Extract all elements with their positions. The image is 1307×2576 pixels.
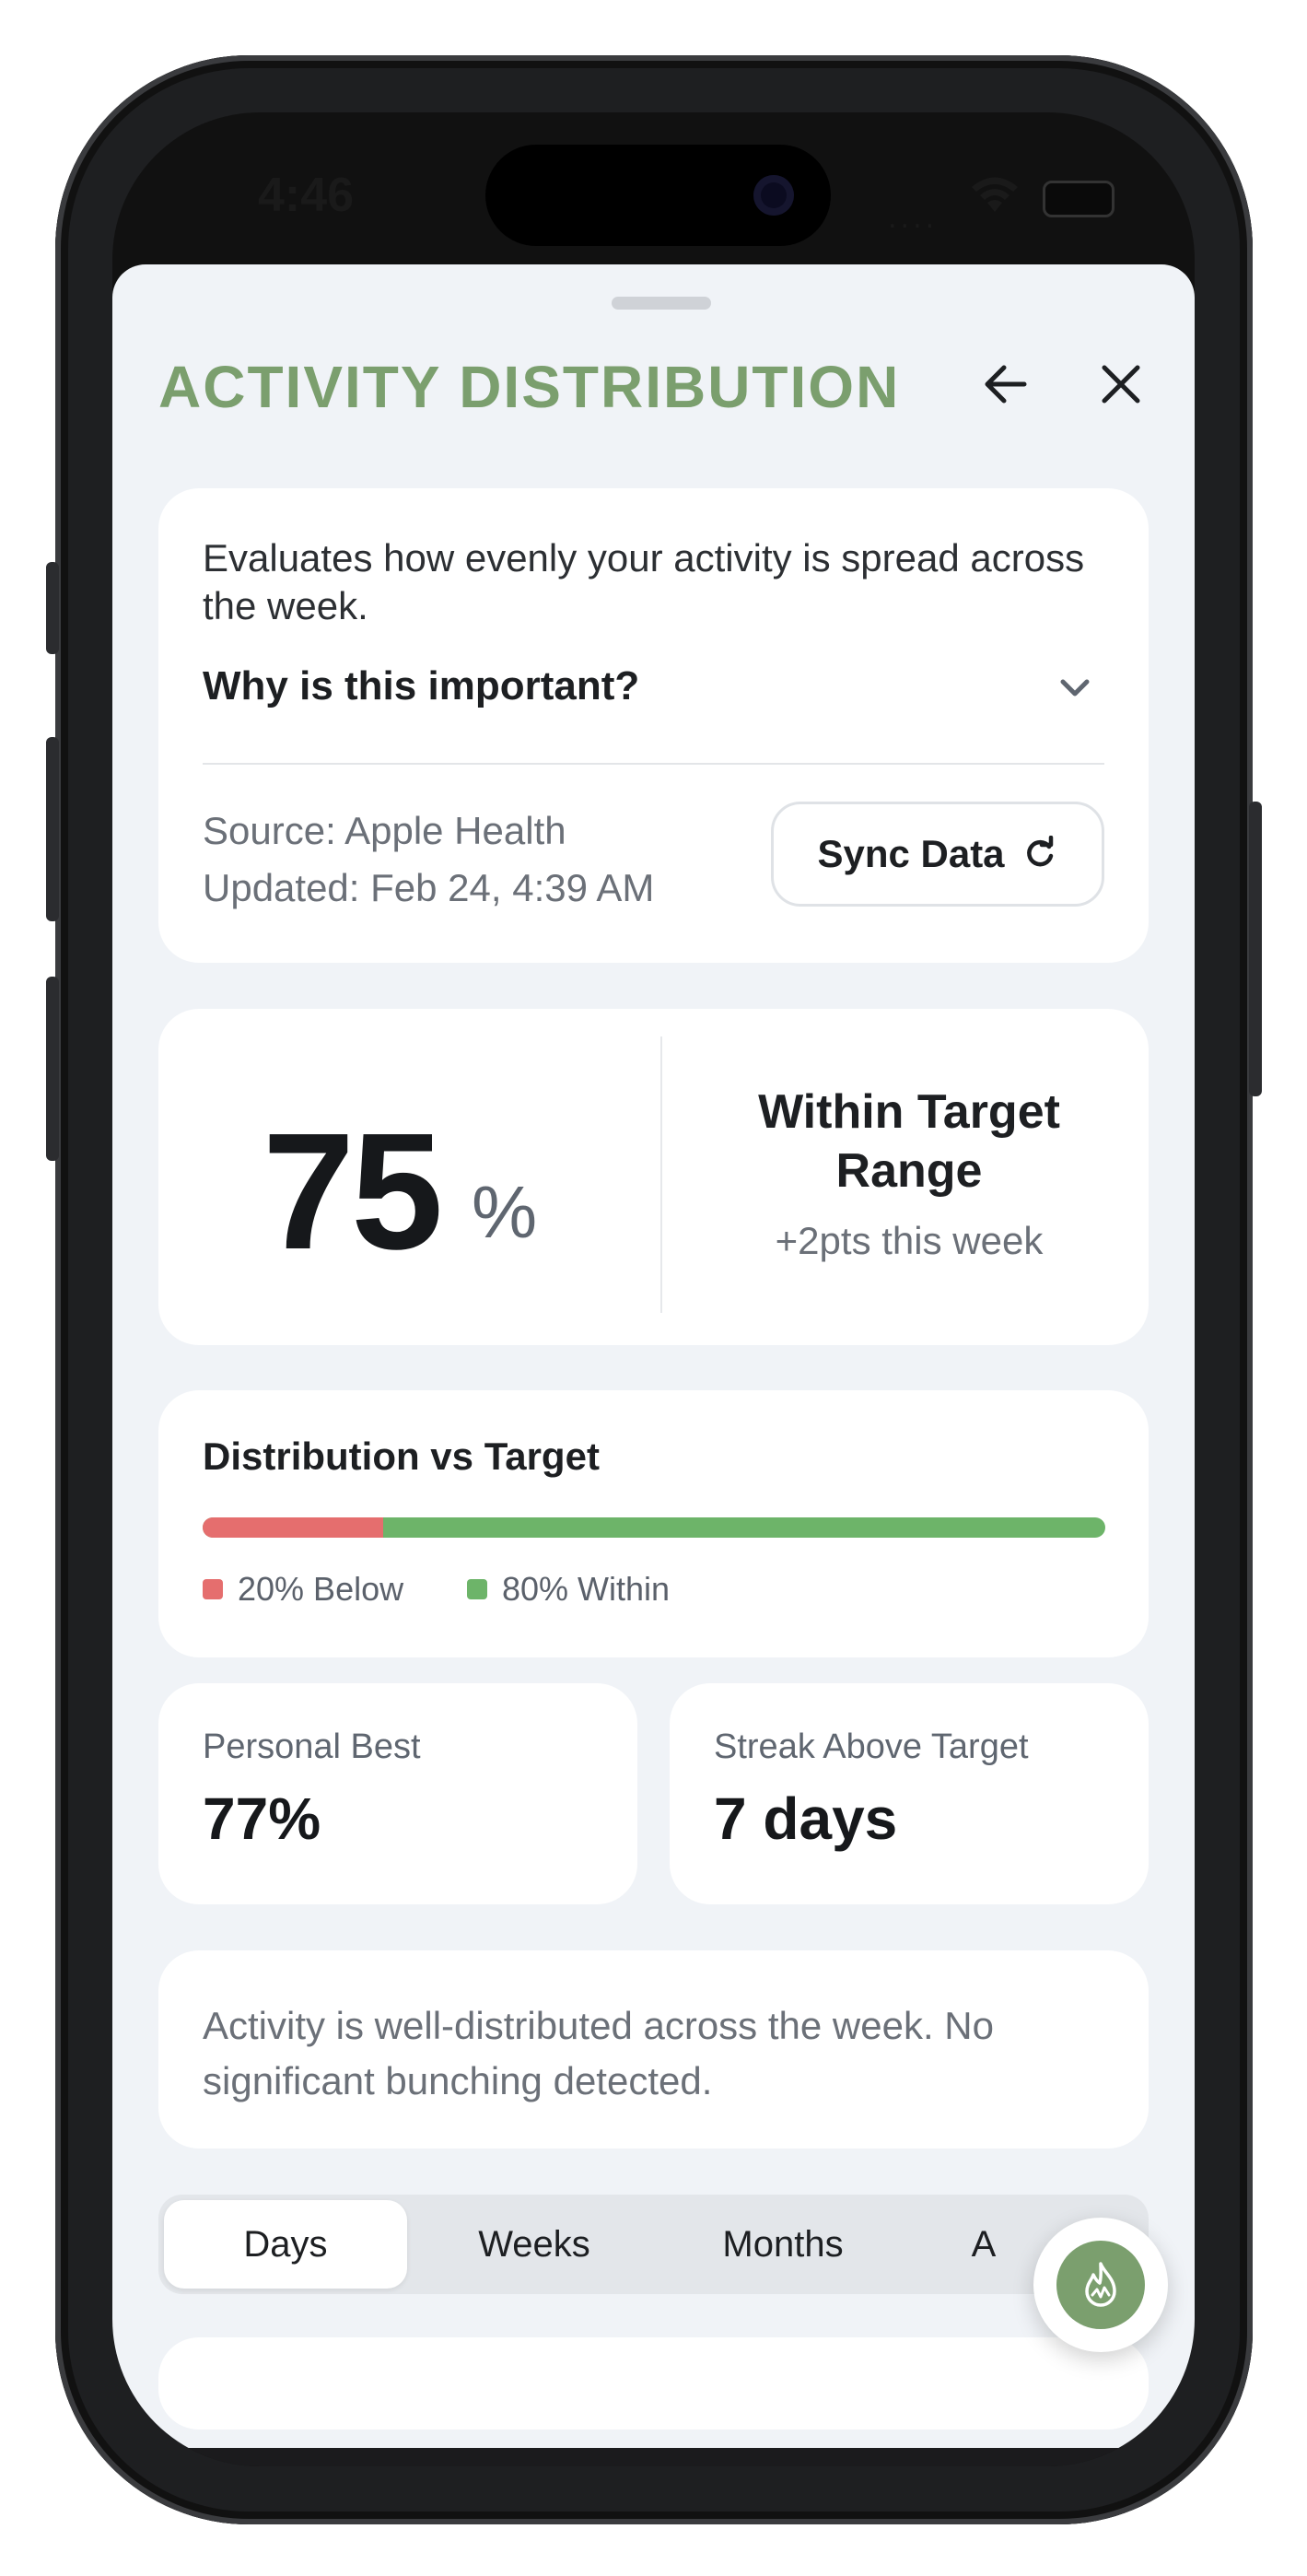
insight-text: Activity is well-distributed across the … <box>203 2004 994 2102</box>
score-card: 75 % Within Target Range +2pts this week <box>158 1009 1149 1345</box>
volume-up-button <box>46 737 59 921</box>
chart-card <box>158 2337 1149 2430</box>
insight-card: Activity is well-distributed across the … <box>158 1950 1149 2149</box>
stat-label: Personal Best <box>203 1727 421 1766</box>
sync-label: Sync Data <box>817 832 1005 875</box>
tab-days[interactable]: Days <box>164 2200 407 2289</box>
chevron-down-icon[interactable] <box>1052 665 1098 711</box>
stat-label: Streak Above Target <box>714 1727 1029 1766</box>
sheet-grabber[interactable] <box>612 297 711 310</box>
dynamic-island <box>485 145 831 246</box>
info-card: Evaluates how evenly your activity is sp… <box>158 488 1149 963</box>
battery-icon <box>1043 181 1114 217</box>
signal-icon: .... <box>888 203 939 235</box>
personal-best-card: Personal Best 77% <box>158 1683 637 1904</box>
streak-card: Streak Above Target 7 days <box>670 1683 1149 1904</box>
side-button <box>46 562 59 654</box>
metric-description: Evaluates how evenly your activity is sp… <box>203 536 1085 627</box>
legend-below: 20% Below <box>203 1570 403 1609</box>
score-unit: % <box>472 1171 538 1253</box>
timeframe-tabs: Days Weeks Months A <box>158 2195 1149 2294</box>
sync-data-button[interactable]: Sync Data <box>771 802 1104 907</box>
score-value: 75 <box>263 1099 443 1284</box>
within-label: 80% Within <box>502 1570 671 1608</box>
below-segment <box>203 1517 383 1538</box>
divider <box>660 1036 662 1313</box>
status-label: Within Target Range <box>758 1085 1060 1198</box>
below-label: 20% Below <box>238 1570 404 1608</box>
back-button[interactable] <box>974 352 1038 416</box>
distribution-bar <box>203 1517 1105 1538</box>
within-swatch <box>467 1579 487 1599</box>
flame-button-inner <box>1056 2241 1145 2329</box>
distribution-card: Distribution vs Target 20% Below 80% Wit… <box>158 1390 1149 1657</box>
bottom-sheet: ACTIVITY DISTRIBUTION Evaluates how even… <box>112 264 1195 2448</box>
bottom-bar <box>112 2448 1195 2466</box>
tab-months[interactable]: Months <box>661 2200 904 2289</box>
weekly-change: +2pts this week <box>775 1219 1044 1262</box>
page-title: ACTIVITY DISTRIBUTION <box>158 354 901 420</box>
stat-value: 7 days <box>714 1786 898 1852</box>
arrow-left-icon <box>985 365 1027 404</box>
why-important-toggle[interactable]: Why is this important? <box>203 663 639 709</box>
below-swatch <box>203 1579 223 1599</box>
status-time: 4:46 <box>258 169 355 222</box>
legend-within: 80% Within <box>467 1570 670 1609</box>
screen: 4:46 .... ACTIVITY DISTRIBUTION Evaluate… <box>112 112 1195 2466</box>
distribution-title: Distribution vs Target <box>203 1434 600 1478</box>
flame-icon <box>1085 2262 1116 2307</box>
divider <box>203 763 1104 765</box>
flame-button[interactable] <box>1033 2218 1168 2352</box>
close-button[interactable] <box>1089 352 1153 416</box>
data-source: Source: Apple Health <box>203 809 566 852</box>
tab-weeks[interactable]: Weeks <box>413 2200 656 2289</box>
camera-icon <box>753 175 794 216</box>
volume-down-button <box>46 977 59 1161</box>
refresh-icon <box>1026 836 1053 867</box>
close-icon <box>1102 365 1140 404</box>
status-bar: 4:46 .... <box>112 112 1195 269</box>
power-button <box>1249 802 1262 1096</box>
updated-time: Updated: Feb 24, 4:39 AM <box>203 866 655 909</box>
wifi-icon <box>972 177 1018 212</box>
stat-value: 77% <box>203 1786 321 1852</box>
